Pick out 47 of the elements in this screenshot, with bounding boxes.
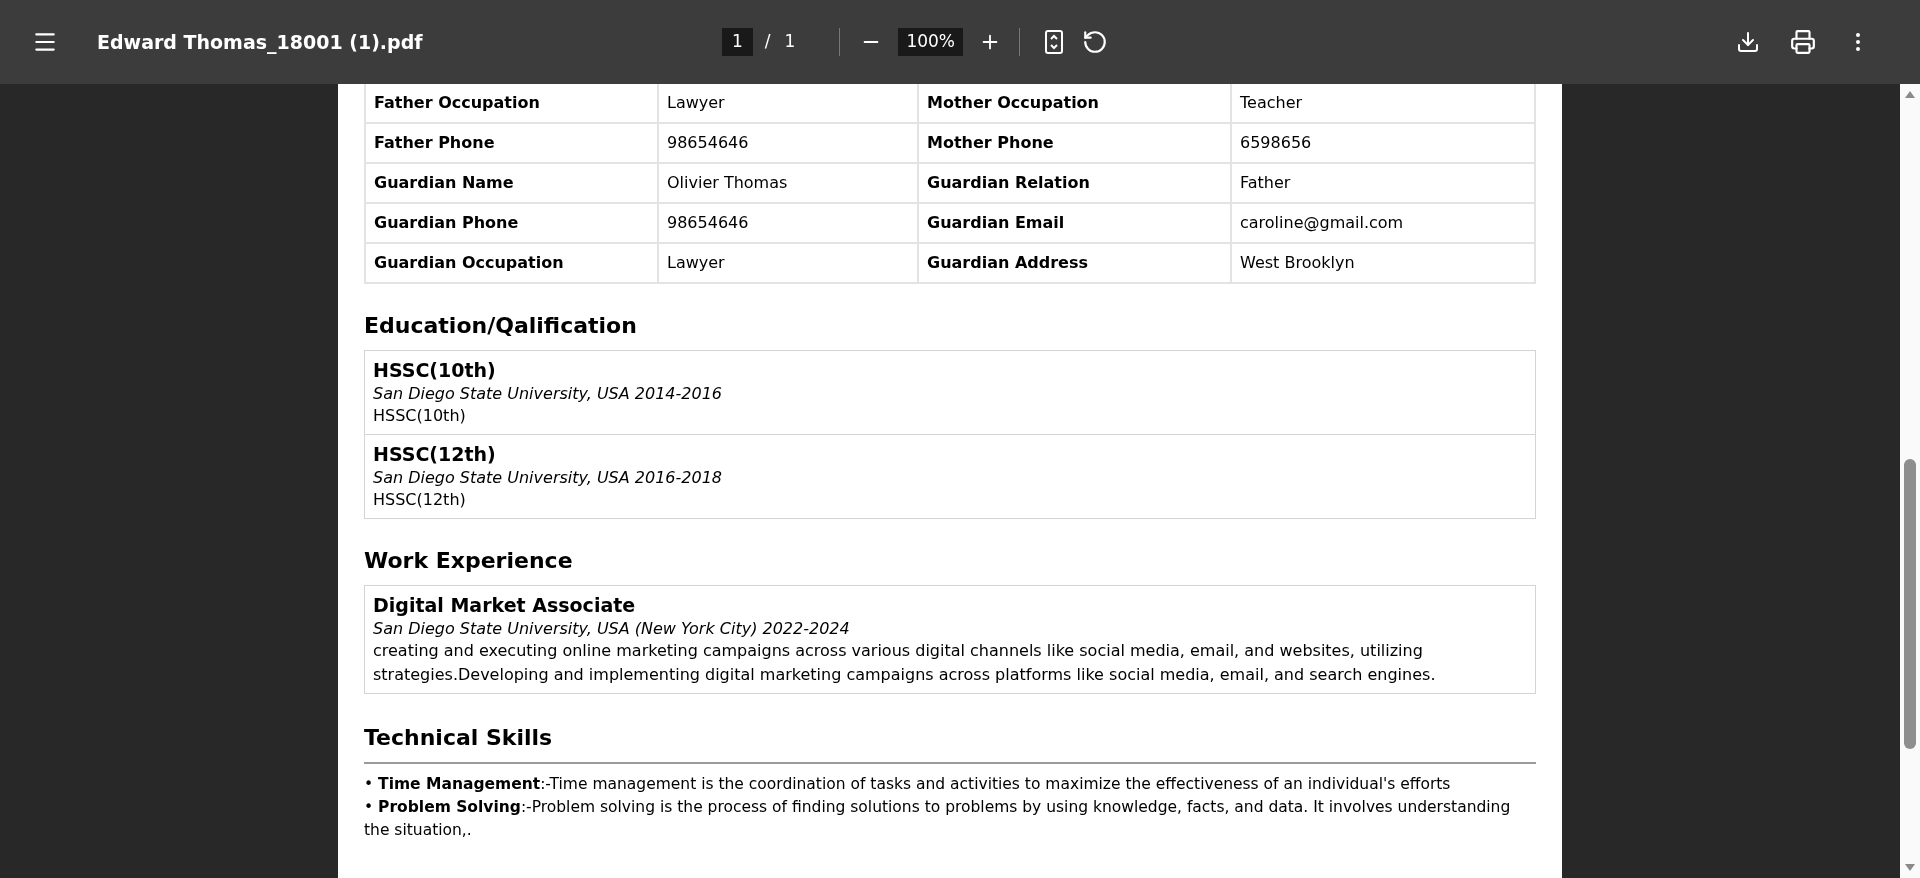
skill-bullet-text: • Time Management:-Time management is the coordination of tasks and activities to maximize the effectiveness of an individual's efforts	[364, 774, 1452, 795]
section-heading: Work Experience	[364, 547, 574, 575]
download-icon[interactable]	[1736, 30, 1760, 54]
field-value-cell: Lawyer	[658, 243, 918, 283]
page-total: 1	[784, 30, 796, 54]
field-label-cell: Father Phone	[365, 123, 658, 163]
scroll-up-icon[interactable]	[1904, 90, 1916, 99]
field-value-cell: Olivier Thomas	[658, 163, 918, 203]
field-label-cell: Guardian Address	[918, 243, 1231, 283]
skill-bullet-text: • Problem Solving:-Problem solving is the process of finding solutions to problems by using knowledge, facts, and data. It involves understanding the situation,.	[364, 797, 1512, 841]
zoom-level-field[interactable]: 100%	[898, 28, 963, 56]
field-value-cell: Lawyer	[658, 84, 918, 123]
field-value-cell: caroline@gmail.com	[1231, 203, 1535, 243]
field-label-cell: Mother Occupation	[918, 84, 1231, 123]
scroll-down-icon[interactable]	[1904, 863, 1916, 872]
page-number-field[interactable]: 1	[722, 28, 753, 56]
field-label-cell: Guardian Phone	[365, 203, 658, 243]
field-label-cell: Guardian Email	[918, 203, 1231, 243]
document-title: Edward Thomas_18001 (1).pdf	[97, 29, 424, 56]
entry-description: creating and executing online marketing campaigns across various digital channels like social media, email, and websites, utilizing strategies.Developing and implementing digital marketing campaigns across platforms like social media, email, and search engines.	[373, 640, 1437, 686]
section-heading: Technical Skills	[364, 724, 554, 752]
entry-description: HSSC(10th)	[373, 405, 467, 427]
field-value-cell: Father	[1231, 163, 1535, 203]
page-separator: /	[764, 30, 771, 54]
field-value-cell: 6598656	[1231, 123, 1535, 163]
field-label-cell: Guardian Name	[365, 163, 658, 203]
entry-description: HSSC(12th)	[373, 489, 467, 511]
field-label-cell: Mother Phone	[918, 123, 1231, 163]
field-value-cell: Teacher	[1231, 84, 1535, 123]
rotate-icon[interactable]	[1082, 29, 1108, 55]
entry-subtitle: San Diego State University, USA 2016-2018	[373, 467, 723, 488]
field-value-cell: West Brooklyn	[1231, 243, 1535, 283]
scrollbar[interactable]	[1900, 84, 1920, 878]
section-heading: Education/Qalification	[364, 312, 638, 340]
scrollbar-thumb[interactable]	[1904, 459, 1916, 749]
field-label-cell: Guardian Occupation	[365, 243, 658, 283]
entry-subtitle: San Diego State University, USA 2014-2016	[373, 383, 723, 404]
fit-page-icon[interactable]	[1044, 29, 1064, 55]
field-label-cell: Father Occupation	[365, 84, 658, 123]
field-value-cell: 98654646	[658, 123, 918, 163]
field-label-cell: Guardian Relation	[918, 163, 1231, 203]
entry-title: HSSC(12th)	[373, 442, 497, 467]
field-value-cell: 98654646	[658, 203, 918, 243]
entry-title: Digital Market Associate	[373, 593, 637, 618]
entry-subtitle: San Diego State University, USA (New York City) 2022-2024	[373, 618, 851, 639]
print-icon[interactable]	[1790, 29, 1816, 55]
entry-title: HSSC(10th)	[373, 358, 497, 383]
